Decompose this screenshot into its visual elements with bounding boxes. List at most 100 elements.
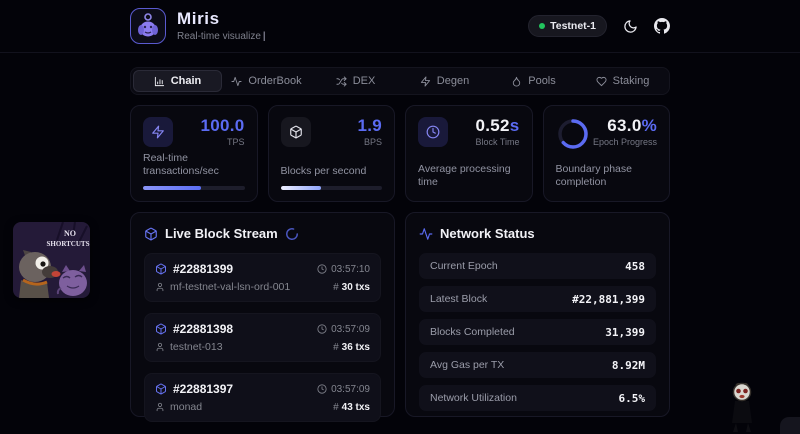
stat-card-block-time: 0.52s Block Time Average processing time xyxy=(405,105,533,202)
bps-progress-fill xyxy=(281,186,322,190)
status-value: 8.92M xyxy=(612,359,645,372)
zap-icon xyxy=(420,76,431,87)
github-button[interactable] xyxy=(654,18,670,34)
block-row[interactable]: #22881397 03:57:09 monad #43 txs xyxy=(144,373,381,422)
stat-card-bps: 1.9 BPS Blocks per second xyxy=(268,105,396,202)
block-number: #22881399 xyxy=(173,262,233,276)
block-time-description: Average processing time xyxy=(418,163,520,190)
box-icon xyxy=(155,383,167,395)
status-row-current-epoch: Current Epoch 458 xyxy=(419,253,656,279)
status-label: Blocks Completed xyxy=(430,326,515,338)
status-label: Current Epoch xyxy=(430,260,498,272)
no-shortcuts-meme-sticker: NO SHORTCUTS xyxy=(13,222,90,298)
tab-degen[interactable]: Degen xyxy=(400,70,489,92)
status-label: Latest Block xyxy=(430,293,487,305)
tx-count: #43 txs xyxy=(333,402,370,413)
box-icon xyxy=(144,227,158,241)
epoch-progress-value: 63.0% xyxy=(593,117,657,134)
main-tabbar: Chain OrderBook DEX Degen Pools xyxy=(130,67,670,95)
block-number: #22881398 xyxy=(173,322,233,336)
tps-progress-fill xyxy=(143,186,201,190)
main-panels: Live Block Stream #22881399 03:57:10 mf-… xyxy=(130,212,670,417)
clock-icon xyxy=(418,117,448,147)
activity-icon xyxy=(419,227,433,241)
progress-ring xyxy=(556,117,590,151)
activity-icon xyxy=(231,76,242,87)
validator-name: testnet-013 xyxy=(170,341,223,353)
stat-card-tps: 100.0 TPS Real-time transactions/sec xyxy=(130,105,258,202)
status-row-avg-gas: Avg Gas per TX 8.92M xyxy=(419,352,656,378)
typing-cursor: | xyxy=(263,31,266,42)
status-dot xyxy=(539,23,545,29)
box-icon xyxy=(155,323,167,335)
user-icon xyxy=(155,402,165,412)
epoch-progress-description: Boundary phase completion xyxy=(556,163,658,190)
stat-card-epoch-progress: 63.0% Epoch Progress Boundary phase comp… xyxy=(543,105,671,202)
block-timestamp: 03:57:09 xyxy=(331,324,370,335)
bps-progress-track xyxy=(281,186,383,190)
block-number: #22881397 xyxy=(173,382,233,396)
moon-icon xyxy=(623,19,638,34)
tps-progress-track xyxy=(143,186,245,190)
status-label: Network Utilization xyxy=(430,392,517,404)
tx-count: #30 txs xyxy=(333,282,370,293)
clock-icon xyxy=(317,264,327,274)
clock-icon xyxy=(317,384,327,394)
tab-dex[interactable]: DEX xyxy=(311,70,400,92)
status-row-latest-block: Latest Block #22,881,399 xyxy=(419,286,656,312)
user-icon xyxy=(155,282,165,292)
status-value: 458 xyxy=(625,260,645,273)
app-logo[interactable] xyxy=(130,8,166,44)
github-icon xyxy=(654,18,670,34)
clock-icon xyxy=(317,324,327,334)
network-status-panel: Network Status Current Epoch 458 Latest … xyxy=(405,212,670,417)
epoch-progress-unit: Epoch Progress xyxy=(593,137,657,147)
box-icon xyxy=(155,263,167,275)
sprite-illustration xyxy=(724,381,762,434)
block-row[interactable]: #22881398 03:57:09 testnet-013 #36 txs xyxy=(144,313,381,362)
tab-orderbook[interactable]: OrderBook xyxy=(222,70,311,92)
user-icon xyxy=(155,342,165,352)
theme-toggle-button[interactable] xyxy=(623,19,638,34)
block-row[interactable]: #22881399 03:57:10 mf-testnet-val-lsn-or… xyxy=(144,253,381,302)
validator-name: mf-testnet-val-lsn-ord-001 xyxy=(170,281,290,293)
status-value: 31,399 xyxy=(605,326,645,339)
spinner-icon xyxy=(285,227,299,241)
block-time-unit: Block Time xyxy=(475,137,519,147)
pixel-character-sticker xyxy=(724,381,762,434)
meme-text-line1: NO xyxy=(64,229,76,238)
bps-value: 1.9 xyxy=(357,117,382,134)
zap-icon xyxy=(143,117,173,147)
block-timestamp: 03:57:09 xyxy=(331,384,370,395)
block-timestamp: 03:57:10 xyxy=(331,264,370,275)
status-value: 6.5% xyxy=(619,392,646,405)
status-value: #22,881,399 xyxy=(572,293,645,306)
bar-chart-icon xyxy=(154,76,165,87)
box-icon xyxy=(281,117,311,147)
bps-unit: BPS xyxy=(357,137,382,147)
status-label: Avg Gas per TX xyxy=(430,359,504,371)
droplet-icon xyxy=(511,76,522,87)
shuffle-icon xyxy=(336,76,347,87)
bps-description: Blocks per second xyxy=(281,165,383,179)
live-block-stream-panel: Live Block Stream #22881399 03:57:10 mf-… xyxy=(130,212,395,417)
corner-widget[interactable] xyxy=(780,417,800,434)
network-status-title: Network Status xyxy=(440,226,535,241)
tps-unit: TPS xyxy=(200,137,244,147)
network-badge[interactable]: Testnet-1 xyxy=(528,15,607,37)
brand-block: Miris Real-time visualize| xyxy=(177,10,266,42)
app-subtitle: Real-time visualize| xyxy=(177,31,266,42)
stat-cards: 100.0 TPS Real-time transactions/sec 1.9… xyxy=(130,105,670,202)
validator-name: monad xyxy=(170,401,202,413)
meme-illustration: NO SHORTCUTS xyxy=(13,222,90,298)
status-row-blocks-completed: Blocks Completed 31,399 xyxy=(419,319,656,345)
creature-logo-icon xyxy=(133,11,163,41)
heart-icon xyxy=(596,76,607,87)
tab-pools[interactable]: Pools xyxy=(489,70,578,92)
block-time-value: 0.52s xyxy=(475,117,519,134)
tab-staking[interactable]: Staking xyxy=(578,70,667,92)
tab-chain[interactable]: Chain xyxy=(133,70,222,92)
meme-text-line2: SHORTCUTS xyxy=(47,240,90,248)
tps-value: 100.0 xyxy=(200,117,244,134)
tps-description: Real-time transactions/sec xyxy=(143,152,245,179)
